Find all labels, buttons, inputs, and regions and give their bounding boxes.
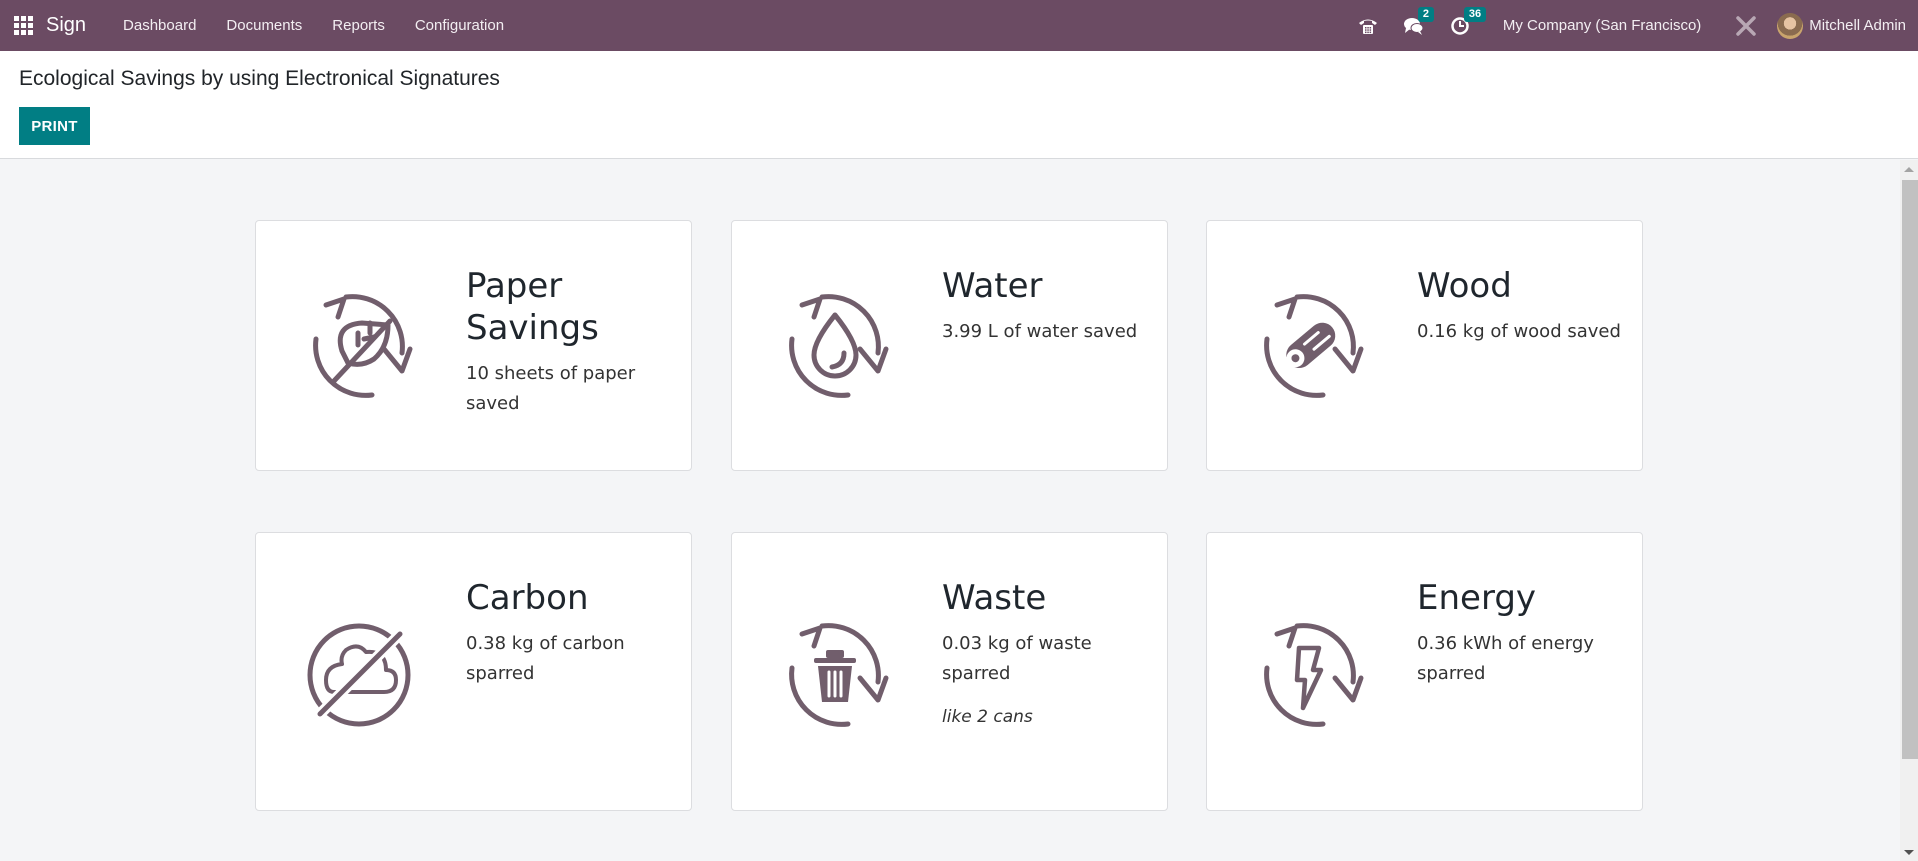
messages-badge: 2 (1417, 6, 1435, 22)
card-title: Waste (942, 578, 1047, 618)
menu-documents[interactable]: Documents (211, 0, 317, 51)
savings-dashboard: Paper Savings 10 sheets of paper saved W… (0, 160, 1900, 861)
control-panel: Ecological Savings by using Electronical… (0, 51, 1918, 159)
app-brand[interactable]: Sign (46, 14, 86, 37)
card-description: 0.38 kg of carbon sparred (466, 633, 625, 684)
scroll-thumb[interactable] (1902, 180, 1918, 759)
chat-icon[interactable]: 2 (1403, 6, 1435, 37)
card-description: 0.16 kg of wood saved (1417, 321, 1621, 342)
card-wood: Wood 0.16 kg of wood saved (1206, 220, 1643, 471)
card-waste: Waste 0.03 kg of waste sparred like 2 ca… (731, 532, 1168, 811)
phone-icon[interactable] (1357, 15, 1379, 37)
menu-configuration[interactable]: Configuration (400, 0, 519, 51)
avatar (1777, 12, 1804, 39)
vertical-scrollbar[interactable] (1900, 160, 1918, 861)
card-energy: Energy 0.36 kWh of energy sparred (1206, 532, 1643, 811)
leaf-recycle-icon (304, 291, 414, 401)
wood-log-recycle-icon (1255, 291, 1365, 401)
trash-recycle-icon (780, 620, 890, 730)
card-title: Wood (1417, 266, 1512, 306)
lightning-recycle-icon (1255, 620, 1365, 730)
no-cloud-icon (304, 620, 414, 730)
menu-reports[interactable]: Reports (317, 0, 400, 51)
card-title: Energy (1417, 578, 1537, 618)
page-title: Ecological Savings by using Electronical… (19, 67, 500, 90)
print-button[interactable]: PRINT (19, 107, 90, 145)
apps-menu-icon[interactable] (14, 15, 34, 36)
card-description: 3.99 L of water saved (942, 321, 1138, 342)
main-menu: Dashboard Documents Reports Configuratio… (108, 0, 519, 51)
card-title: Water (942, 266, 1043, 306)
clock-icon[interactable]: 36 (1449, 6, 1487, 37)
card-description: 10 sheets of paper saved (466, 363, 636, 414)
card-description: 0.03 kg of waste sparred (942, 633, 1092, 684)
user-name: Mitchell Admin (1809, 17, 1906, 34)
card-title: Carbon (466, 578, 589, 618)
scroll-up-arrow-icon[interactable] (1904, 167, 1914, 172)
card-water: Water 3.99 L of water saved (731, 220, 1168, 471)
card-note: like 2 cans (942, 707, 1033, 727)
activities-badge: 36 (1463, 6, 1487, 22)
tools-icon[interactable] (1735, 15, 1757, 37)
top-navbar: Sign Dashboard Documents Reports Configu… (0, 0, 1918, 51)
systray: 2 36 My Company (San Francisco) Mitchell… (1345, 0, 1918, 51)
card-carbon: Carbon 0.38 kg of carbon sparred (255, 532, 692, 811)
user-menu[interactable]: Mitchell Admin (1777, 12, 1906, 39)
card-title: Paper Savings (466, 266, 599, 348)
card-description: 0.36 kWh of energy sparred (1417, 633, 1594, 684)
menu-dashboard[interactable]: Dashboard (108, 0, 211, 51)
card-paper: Paper Savings 10 sheets of paper saved (255, 220, 692, 471)
company-switcher[interactable]: My Company (San Francisco) (1503, 17, 1701, 34)
scroll-down-arrow-icon[interactable] (1904, 850, 1914, 855)
water-drop-recycle-icon (780, 291, 890, 401)
